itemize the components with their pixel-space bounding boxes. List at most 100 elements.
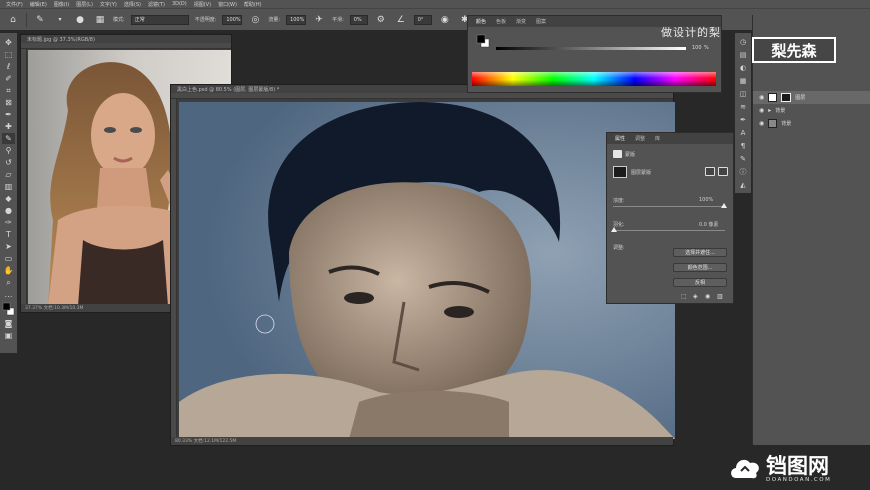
brush-tool-icon[interactable]: ✎ bbox=[2, 133, 15, 144]
menu-item-edit[interactable]: 编辑(E) bbox=[30, 1, 47, 8]
menu-item-help[interactable]: 帮助(H) bbox=[244, 1, 262, 8]
visibility-icon[interactable]: ◉ bbox=[705, 293, 710, 300]
shape-tool-icon[interactable]: ▭ bbox=[2, 253, 15, 264]
mode-select[interactable]: 正常 bbox=[130, 14, 189, 25]
load-selection-icon[interactable]: ⬚ bbox=[681, 293, 687, 300]
feather-slider-thumb[interactable] bbox=[611, 227, 617, 232]
tab-gradients[interactable]: 渐变 bbox=[516, 18, 526, 25]
info-icon[interactable]: ⓘ bbox=[737, 167, 749, 177]
tab-color[interactable]: 颜色 bbox=[476, 18, 486, 25]
eyedropper-tool-icon[interactable]: ✒ bbox=[2, 109, 15, 120]
feather-value[interactable]: 0.0 像素 bbox=[699, 221, 719, 228]
navigator-icon[interactable]: ◭ bbox=[737, 180, 749, 190]
menu-item-select[interactable]: 选择(S) bbox=[124, 1, 141, 8]
delete-icon[interactable]: ▥ bbox=[717, 293, 723, 300]
tab-properties[interactable]: 属性 bbox=[615, 135, 625, 142]
layer-mask-thumbnail[interactable] bbox=[781, 93, 792, 102]
flow-field[interactable]: 100% bbox=[286, 14, 307, 25]
pressure-size-icon[interactable]: ◉ bbox=[438, 13, 452, 27]
channels-icon[interactable]: ≋ bbox=[737, 102, 749, 112]
foreground-background-swatch[interactable] bbox=[476, 34, 490, 48]
brush-size-icon[interactable]: ● bbox=[73, 13, 87, 27]
lasso-tool-icon[interactable]: ℓ bbox=[2, 61, 15, 72]
tab-swatches[interactable]: 色板 bbox=[496, 18, 506, 25]
canvas-photo[interactable] bbox=[179, 102, 675, 439]
menu-item-type[interactable]: 文字(Y) bbox=[100, 1, 117, 8]
layers-icon[interactable]: ◫ bbox=[737, 89, 749, 99]
pen-tool-icon[interactable]: ✑ bbox=[2, 217, 15, 228]
type-tool-icon[interactable]: T bbox=[2, 229, 15, 240]
quick-mask-icon[interactable]: ◙ bbox=[2, 318, 15, 329]
eye-icon[interactable]: ◉ bbox=[759, 107, 764, 114]
document-tab[interactable]: 未标题.jpg @ 37.3%(RGB/8) bbox=[21, 35, 231, 43]
brush-icon[interactable]: ✎ bbox=[33, 13, 47, 27]
tab-patterns[interactable]: 图案 bbox=[536, 18, 546, 25]
density-slider-thumb[interactable] bbox=[721, 203, 727, 208]
angle-field[interactable]: 0° bbox=[413, 14, 432, 25]
eraser-tool-icon[interactable]: ▱ bbox=[2, 169, 15, 180]
menu-item-file[interactable]: 文件(F) bbox=[6, 1, 23, 8]
brightness-slider-track[interactable] bbox=[496, 47, 686, 50]
properties-icon[interactable]: ▤ bbox=[737, 50, 749, 60]
adjustments-icon[interactable]: ◐ bbox=[737, 63, 749, 73]
spectrum-white-black-cap[interactable] bbox=[472, 72, 716, 86]
swatches-icon[interactable]: ▦ bbox=[737, 76, 749, 86]
history-icon[interactable]: ◷ bbox=[737, 37, 749, 47]
marquee-tool-icon[interactable]: ⬚ bbox=[2, 49, 15, 60]
opacity-field[interactable]: 100% bbox=[222, 14, 243, 25]
chevron-down-icon[interactable]: ▾ bbox=[53, 13, 67, 27]
zoom-tool-icon[interactable]: ⌕ bbox=[2, 277, 15, 288]
paths-icon[interactable]: ✒ bbox=[737, 115, 749, 125]
apply-mask-icon[interactable]: ◈ bbox=[693, 293, 698, 300]
menu-item-view[interactable]: 视图(V) bbox=[194, 1, 211, 8]
character-icon[interactable]: A bbox=[737, 128, 749, 138]
menu-item-3d[interactable]: 3D(D) bbox=[172, 1, 187, 7]
layer-row[interactable]: ◉ ▸ 背景 bbox=[753, 104, 870, 117]
apply-vector-mask-icon[interactable] bbox=[718, 167, 728, 176]
paragraph-icon[interactable]: ¶ bbox=[737, 141, 749, 151]
density-slider[interactable] bbox=[613, 206, 725, 207]
folder-icon[interactable]: ▸ bbox=[768, 107, 771, 114]
brush-settings-icon[interactable]: ✎ bbox=[737, 154, 749, 164]
healing-tool-icon[interactable]: ✚ bbox=[2, 121, 15, 132]
angle-icon[interactable]: ∠ bbox=[394, 13, 408, 27]
gear-icon[interactable]: ⚙ bbox=[374, 13, 388, 27]
eye-icon[interactable]: ◉ bbox=[759, 120, 764, 127]
move-tool-icon[interactable]: ✥ bbox=[2, 37, 15, 48]
hand-tool-icon[interactable]: ✋ bbox=[2, 265, 15, 276]
airbrush-icon[interactable]: ✈ bbox=[312, 13, 326, 27]
menu-item-layer[interactable]: 图层(L) bbox=[76, 1, 93, 8]
more-tools-icon[interactable]: … bbox=[2, 289, 15, 300]
frame-tool-icon[interactable]: ⊠ bbox=[2, 97, 15, 108]
menu-item-filter[interactable]: 滤镜(T) bbox=[148, 1, 165, 8]
dodge-tool-icon[interactable]: ● bbox=[2, 205, 15, 216]
crop-tool-icon[interactable]: ⌗ bbox=[2, 85, 15, 96]
tab-libraries[interactable]: 库 bbox=[655, 135, 660, 142]
history-brush-tool-icon[interactable]: ↺ bbox=[2, 157, 15, 168]
layer-row[interactable]: ◉ 图层 bbox=[753, 91, 870, 104]
density-value[interactable]: 100% bbox=[699, 197, 713, 203]
main-document-window[interactable]: 黑白上色.psd @ 80.5% (图层, 图层蒙版/8) * 80.33% 文… bbox=[170, 84, 675, 446]
feather-slider[interactable] bbox=[613, 230, 725, 231]
layer-row[interactable]: ◉ 背景 bbox=[753, 117, 870, 130]
menu-item-image[interactable]: 图像(I) bbox=[54, 1, 69, 8]
invert-button[interactable]: 反相 bbox=[673, 278, 727, 287]
brush-settings-icon[interactable]: ▦ bbox=[93, 13, 107, 27]
blur-tool-icon[interactable]: ◆ bbox=[2, 193, 15, 204]
color-swatches-icon[interactable] bbox=[2, 301, 15, 317]
screen-mode-icon[interactable]: ▣ bbox=[2, 330, 15, 341]
quick-select-tool-icon[interactable]: ✐ bbox=[2, 73, 15, 84]
path-select-tool-icon[interactable]: ➤ bbox=[2, 241, 15, 252]
smooth-field[interactable]: 0% bbox=[349, 14, 368, 25]
gradient-tool-icon[interactable]: ▥ bbox=[2, 181, 15, 192]
apply-pixel-mask-icon[interactable] bbox=[705, 167, 715, 176]
tab-adjustments[interactable]: 调整 bbox=[635, 135, 645, 142]
pressure-opacity-icon[interactable]: ◎ bbox=[248, 13, 262, 27]
menu-item-window[interactable]: 窗口(W) bbox=[218, 1, 237, 8]
home-icon[interactable]: ⌂ bbox=[6, 13, 20, 27]
color-range-button[interactable]: 颜色范围... bbox=[673, 263, 727, 272]
clone-stamp-tool-icon[interactable]: ⚲ bbox=[2, 145, 15, 156]
eye-icon[interactable]: ◉ bbox=[759, 94, 764, 101]
select-and-mask-button[interactable]: 选择并遮住... bbox=[673, 248, 727, 257]
layer-mask-thumbnail[interactable] bbox=[613, 166, 627, 178]
